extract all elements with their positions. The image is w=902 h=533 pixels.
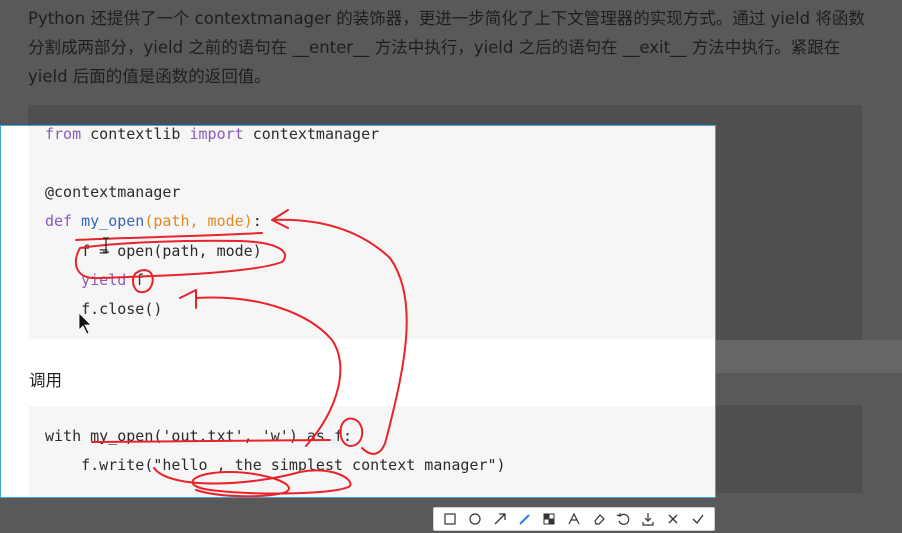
undo-icon[interactable] <box>614 510 632 528</box>
save-download-icon[interactable] <box>639 510 657 528</box>
eraser-tool-icon[interactable] <box>590 510 608 528</box>
code-line: yield f <box>81 271 145 289</box>
code-line: f.close() <box>45 300 163 318</box>
intro-paragraph: Python 还提供了一个 contextmanager 的装饰器，更进一步简化… <box>28 9 865 86</box>
arrow-tool-icon[interactable] <box>491 510 509 528</box>
code-block-definition: from contextlib import contextmanager @c… <box>29 125 715 339</box>
annotation-toolbar <box>433 507 715 531</box>
code-line: def my_open(path, mode): <box>45 212 262 230</box>
mosaic-tool-icon[interactable] <box>540 510 558 528</box>
confirm-check-icon[interactable] <box>689 510 707 528</box>
rectangle-tool-icon[interactable] <box>441 510 459 528</box>
cancel-icon[interactable] <box>664 510 682 528</box>
code-line: f = open(path, mode) <box>45 242 262 260</box>
code-line: from contextlib import contextmanager <box>45 125 380 143</box>
code-block-usage: with my_open('out.txt', 'w') as f: f.wri… <box>29 406 715 497</box>
code-line: @contextmanager <box>45 183 181 201</box>
ellipse-tool-icon[interactable] <box>466 510 484 528</box>
capture-selection[interactable]: from contextlib import contextmanager @c… <box>0 125 716 498</box>
section-label: 调用 <box>29 371 62 390</box>
pen-tool-icon[interactable] <box>516 510 534 528</box>
text-tool-icon[interactable] <box>565 510 583 528</box>
code-line: f.write("hello , the simplest context ma… <box>45 456 506 474</box>
dimmed-strip <box>716 340 902 373</box>
code-line: with my_open('out.txt', 'w') as f: <box>45 427 353 445</box>
